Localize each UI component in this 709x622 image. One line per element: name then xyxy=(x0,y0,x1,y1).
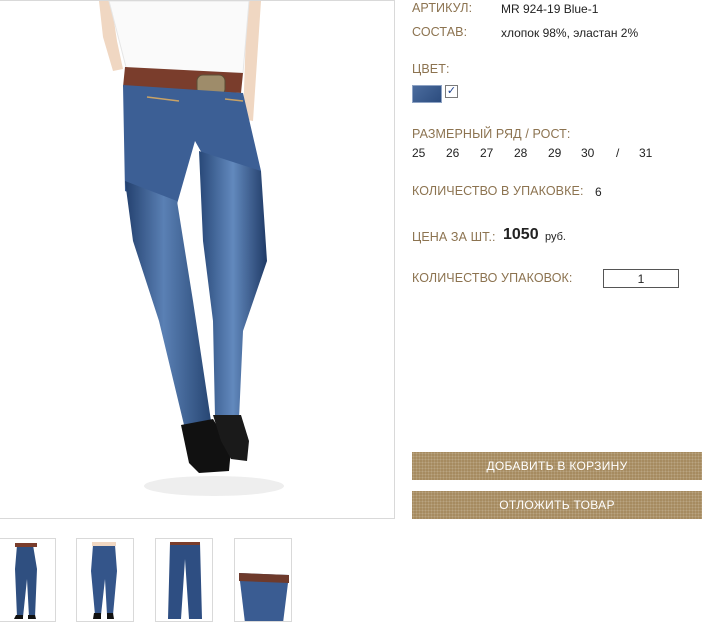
thumbnail-waistband-detail[interactable] xyxy=(234,538,292,622)
size-option: 27 xyxy=(480,146,494,160)
size-option: 25 xyxy=(412,146,426,160)
composition-label: СОСТАВ: xyxy=(412,25,468,39)
color-select-checkbox[interactable]: ✓ xyxy=(445,85,458,98)
color-label: ЦВЕТ: xyxy=(412,62,450,76)
pack-quantity-value: 6 xyxy=(595,185,602,199)
thumbnail-back-view[interactable] xyxy=(76,538,134,622)
composition-value: хлопок 98%, эластан 2% xyxy=(501,26,639,40)
price-label: ЦЕНА ЗА ШТ.: xyxy=(412,230,496,244)
size-option: 26 xyxy=(446,146,460,160)
size-option: 29 xyxy=(548,146,562,160)
price-currency: руб. xyxy=(545,231,566,243)
thumbnail-front-view[interactable] xyxy=(0,538,56,622)
size-option: 28 xyxy=(514,146,528,160)
product-main-image[interactable] xyxy=(0,0,395,519)
pack-quantity-label: КОЛИЧЕСТВО В УПАКОВКЕ: xyxy=(412,184,584,198)
size-option: 30 xyxy=(581,146,595,160)
size-separator: / xyxy=(616,146,620,160)
price-value: 1050 xyxy=(503,226,539,243)
color-swatch-blue[interactable] xyxy=(412,85,442,103)
add-to-cart-button[interactable]: ДОБАВИТЬ В КОРЗИНУ xyxy=(412,452,702,480)
packs-count-label: КОЛИЧЕСТВО УПАКОВОК: xyxy=(412,271,573,285)
thumbnail-flat-jeans[interactable] xyxy=(155,538,213,622)
height-option: 31 xyxy=(639,146,653,160)
packs-count-input[interactable] xyxy=(603,269,679,288)
article-label: АРТИКУЛ: xyxy=(412,1,473,15)
sizes-label: РАЗМЕРНЫЙ РЯД / РОСТ: xyxy=(412,127,571,141)
article-value: MR 924-19 Blue-1 xyxy=(501,2,599,16)
postpone-item-button[interactable]: ОТЛОЖИТЬ ТОВАР xyxy=(412,491,702,519)
